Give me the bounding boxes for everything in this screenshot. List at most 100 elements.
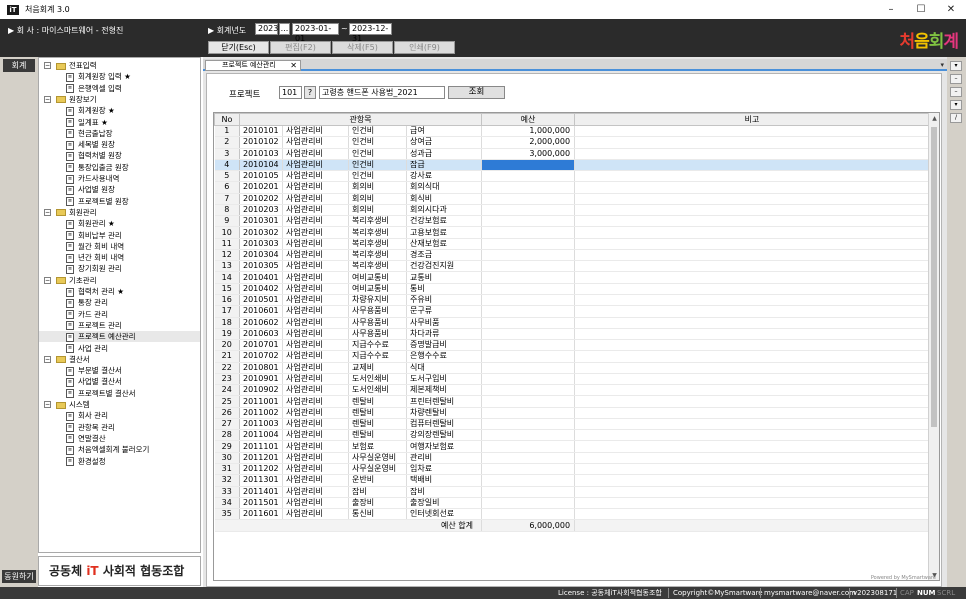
fiscal-year-picker-button[interactable]: ... <box>279 23 290 35</box>
note-cell[interactable] <box>574 170 931 183</box>
note-cell[interactable] <box>574 125 931 138</box>
tree-item[interactable]: ≡ 통장입출금 원장 <box>39 162 200 173</box>
date-from-input[interactable]: 2023-01-01 <box>292 23 339 43</box>
table-row[interactable]: 17 2010601 사업관리비 사무용품비 문구류 <box>214 305 931 318</box>
query-button[interactable]: 조회 <box>448 86 505 99</box>
budget-cell[interactable] <box>481 508 576 521</box>
tree-item[interactable]: ≡ 세목별 원장 <box>39 139 200 150</box>
project-lookup-button[interactable]: ? <box>304 86 316 99</box>
note-cell[interactable] <box>574 249 931 262</box>
table-row[interactable]: 30 2011201 사업관리비 사무실운영비 관리비 <box>214 452 931 464</box>
note-cell[interactable] <box>574 181 931 194</box>
tree-item[interactable]: ≡ 카드사용내역 <box>39 173 200 184</box>
project-code-input[interactable]: 101 <box>279 86 302 99</box>
tree-item[interactable]: ≡ 회원관리 ★ <box>39 218 200 229</box>
budget-cell[interactable] <box>481 497 576 510</box>
table-row[interactable]: 26 2011002 사업관리비 렌탈비 차량렌탈비 <box>214 407 931 419</box>
tree-item[interactable]: ≡ 년간 회비 내역 <box>39 252 200 263</box>
table-row[interactable]: 29 2011101 사업관리비 보험료 여행자보험료 <box>214 440 931 453</box>
note-cell[interactable] <box>574 148 931 160</box>
table-row[interactable]: 1 2010101 사업관리비 인건비 급여 1,000,000 <box>214 125 931 138</box>
note-cell[interactable] <box>574 486 931 498</box>
budget-cell[interactable] <box>481 429 576 442</box>
table-row[interactable]: 35 2011601 사업관리비 통신비 인터넷회선료 <box>214 508 931 521</box>
note-cell[interactable] <box>574 193 931 205</box>
expand-icon[interactable]: ▾ <box>950 100 962 110</box>
tree-item[interactable]: ≡ 부문별 결산서 <box>39 365 200 376</box>
delete-f5-button[interactable]: 삭제(F5) <box>332 41 393 54</box>
note-cell[interactable] <box>574 204 931 217</box>
scroll-up-icon[interactable]: ▲ <box>929 113 939 124</box>
tree-item[interactable]: ≡ 환경설정 <box>39 456 200 467</box>
note-cell[interactable] <box>574 226 931 239</box>
tree-item[interactable]: ≡ 월간 회비 내역 <box>39 241 200 252</box>
table-row[interactable]: 24 2010902 사업관리비 도서인쇄비 제본제책비 <box>214 384 931 397</box>
close-window-button[interactable]: ✕ <box>936 0 966 19</box>
tree-expand-icon[interactable]: − <box>44 95 51 103</box>
table-row[interactable]: 11 2010303 사업관리비 복리후생비 산재보험료 <box>214 238 931 250</box>
budget-cell[interactable] <box>481 260 576 273</box>
table-row[interactable]: 16 2010501 사업관리비 차량유지비 주유비 <box>214 294 931 307</box>
table-row[interactable]: 25 2011001 사업관리비 렌탈비 프린터렌탈비 <box>214 395 931 408</box>
budget-cell[interactable] <box>481 305 576 318</box>
table-row[interactable]: 19 2010603 사업관리비 사무용품비 차다과류 <box>214 328 931 341</box>
tree-item[interactable]: ≡ 협력처 관리 ★ <box>39 286 200 297</box>
tree-item[interactable]: ≡ 프로젝트별 원장 <box>39 196 200 207</box>
budget-cell[interactable] <box>481 204 576 217</box>
budget-cell[interactable] <box>481 170 576 183</box>
tree-item[interactable]: ≡ 회비납부 관리 <box>39 230 200 241</box>
note-cell[interactable] <box>574 452 931 464</box>
note-cell[interactable] <box>574 463 931 476</box>
edit-f2-button[interactable]: 편집(F2) <box>270 41 331 54</box>
tree-expand-icon[interactable]: − <box>44 355 51 363</box>
tree-folder[interactable]: − 기초관리 <box>39 275 200 286</box>
table-row[interactable]: 15 2010402 사업관리비 여비교통비 통비 <box>214 283 931 295</box>
note-cell[interactable] <box>574 418 931 431</box>
table-row[interactable]: 22 2010801 사업관리비 교제비 식대 <box>214 362 931 374</box>
budget-cell[interactable] <box>481 339 576 352</box>
note-cell[interactable] <box>574 294 931 307</box>
budget-cell[interactable]: 2,000,000 <box>481 136 576 149</box>
budget-cell[interactable] <box>481 384 576 397</box>
tree-item[interactable]: ≡ 연말결산 <box>39 433 200 444</box>
tree-item[interactable]: ≡ 사업별 결산서 <box>39 376 200 387</box>
table-row[interactable]: 14 2010401 사업관리비 여비교통비 교통비 <box>214 271 931 284</box>
note-cell[interactable] <box>574 395 931 408</box>
budget-cell[interactable] <box>481 362 576 374</box>
budget-cell[interactable] <box>481 238 576 250</box>
close-esc-button[interactable]: 닫기(Esc) <box>208 41 269 54</box>
tree-item[interactable]: ≡ 회사 관리 <box>39 410 200 421</box>
budget-cell[interactable] <box>481 294 576 307</box>
tree-item[interactable]: ≡ 현금출납장 <box>39 128 200 139</box>
table-row[interactable]: 23 2010901 사업관리비 도서인쇄비 도서구입비 <box>214 373 931 386</box>
tree-expand-icon[interactable]: − <box>44 276 51 284</box>
tree-expand-icon[interactable]: − <box>44 208 51 216</box>
table-row[interactable]: 3 2010103 사업관리비 인건비 성과급 3,000,000 <box>214 148 931 160</box>
tree-folder[interactable]: − 회원관리 <box>39 207 200 218</box>
tree-item[interactable]: ≡ 회계원장 ★ <box>39 105 200 116</box>
note-cell[interactable] <box>574 136 931 149</box>
budget-cell[interactable] <box>481 159 576 172</box>
table-row[interactable]: 10 2010302 사업관리비 복리후생비 고용보험료 <box>214 226 931 239</box>
table-row[interactable]: 32 2011301 사업관리비 운반비 택배비 <box>214 474 931 487</box>
budget-cell[interactable] <box>481 249 576 262</box>
tree-item[interactable]: ≡ 협력처별 원장 <box>39 150 200 161</box>
note-cell[interactable] <box>574 159 931 172</box>
note-cell[interactable] <box>574 339 931 352</box>
table-row[interactable]: 5 2010105 사업관리비 인건비 강사료 <box>214 170 931 183</box>
table-row[interactable]: 12 2010304 사업관리비 복리후생비 경조금 <box>214 249 931 262</box>
table-row[interactable]: 9 2010301 사업관리비 복리후생비 건강보험료 <box>214 215 931 228</box>
table-row[interactable]: 13 2010305 사업관리비 복리후생비 건강검진지원 <box>214 260 931 273</box>
note-cell[interactable] <box>574 271 931 284</box>
table-row[interactable]: 34 2011501 사업관리비 출장비 출장일비 <box>214 497 931 510</box>
collapse-icon[interactable]: ▾ <box>950 61 962 71</box>
table-row[interactable]: 4 2010104 사업관리비 인건비 잡급 <box>214 159 931 172</box>
note-cell[interactable] <box>574 260 931 273</box>
budget-cell[interactable] <box>481 181 576 194</box>
note-cell[interactable] <box>574 305 931 318</box>
tree-item[interactable]: ≡ 은행엑셀 입력 <box>39 83 200 94</box>
table-row[interactable]: 33 2011401 사업관리비 잡비 잡비 <box>214 486 931 498</box>
tree-item[interactable]: ≡ 프로젝트 예산관리 <box>39 331 200 343</box>
scrollbar-thumb[interactable] <box>931 127 937 427</box>
budget-cell[interactable] <box>481 271 576 284</box>
